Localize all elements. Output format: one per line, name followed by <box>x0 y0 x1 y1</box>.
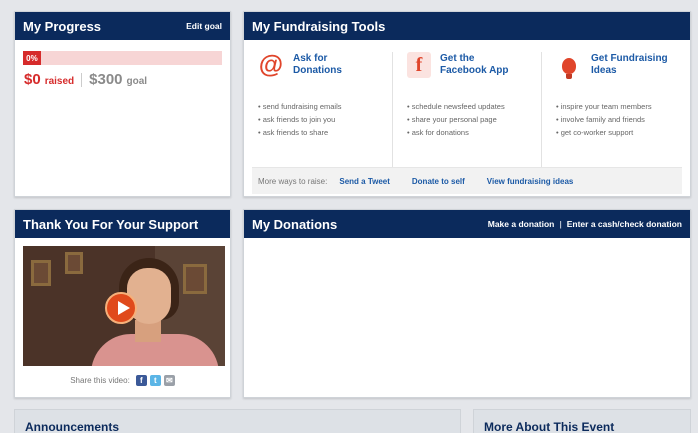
send-tweet-link[interactable]: Send a Tweet <box>339 177 390 186</box>
list-item: schedule newsfeed updates <box>407 100 531 113</box>
list-item: inspire your team members <box>556 100 680 113</box>
share-video-label: Share this video: <box>70 376 130 385</box>
tool-ask-donations: @ Ask for Donations send fundraising ema… <box>244 52 393 167</box>
fundraising-ideas-list: inspire your team members involve family… <box>556 100 680 139</box>
video-player[interactable] <box>23 246 225 366</box>
link-separator: | <box>559 219 562 229</box>
announcements-title: Announcements <box>25 420 120 433</box>
facebook-share-icon[interactable]: f <box>135 375 147 386</box>
progress-bar-fill: 0% <box>23 51 41 65</box>
list-item: ask for donations <box>407 126 531 139</box>
fundraising-tools-title: My Fundraising Tools <box>252 18 386 34</box>
goal-label: goal <box>126 76 148 87</box>
more-ways-label: More ways to raise: <box>258 176 328 186</box>
edit-goal-link[interactable]: Edit goal <box>186 21 222 31</box>
thank-you-header: Thank You For Your Support <box>15 210 230 238</box>
progress-bar: 0% <box>23 51 222 65</box>
list-item: ask friends to join you <box>258 113 382 126</box>
goal-amount: $300 <box>89 71 123 88</box>
announcements-panel: Announcements <box>14 409 461 433</box>
lightbulb-icon[interactable] <box>556 52 582 79</box>
fundraising-tools-header: My Fundraising Tools <box>244 12 690 40</box>
more-ways-bar: More ways to raise: Send a Tweet Donate … <box>252 167 682 194</box>
donate-to-self-link[interactable]: Donate to self <box>412 177 465 186</box>
email-share-icon[interactable]: ✉ <box>163 375 175 386</box>
tool-fundraising-ideas: Get Fundraising Ideas inspire your team … <box>542 52 690 167</box>
at-sign-icon[interactable]: @ <box>258 52 284 78</box>
facebook-icon[interactable]: f <box>407 52 431 78</box>
my-progress-header: My Progress Edit goal <box>15 12 230 40</box>
ask-for-donations-link[interactable]: Ask for Donations <box>293 53 373 77</box>
thank-you-panel: Thank You For Your Support Share this vi… <box>14 209 231 398</box>
cash-check-donation-link[interactable]: Enter a cash/check donation <box>567 219 682 229</box>
more-about-event-panel: More About This Event <box>473 409 691 433</box>
share-video-row: Share this video: f t ✉ <box>15 375 230 386</box>
list-item: send fundraising emails <box>258 100 382 113</box>
progress-amounts: $0 raised $300 goal <box>24 71 222 88</box>
list-item: share your personal page <box>407 113 531 126</box>
my-progress-panel: My Progress Edit goal 0% $0 raised $300 … <box>14 11 231 197</box>
list-item: get co-worker support <box>556 126 680 139</box>
play-icon[interactable] <box>105 292 137 324</box>
facebook-app-link[interactable]: Get the Facebook App <box>440 53 520 77</box>
my-donations-title: My Donations <box>252 216 338 232</box>
make-donation-link[interactable]: Make a donation <box>488 219 555 229</box>
view-fundraising-ideas-link[interactable]: View fundraising ideas <box>487 177 574 186</box>
ask-donations-list: send fundraising emails ask friends to j… <box>258 100 382 139</box>
twitter-share-icon[interactable]: t <box>149 375 161 386</box>
raised-label: raised <box>44 76 75 87</box>
list-item: involve family and friends <box>556 113 680 126</box>
my-donations-panel: My Donations Make a donation | Enter a c… <box>243 209 691 398</box>
my-progress-title: My Progress <box>23 18 102 34</box>
my-donations-header: My Donations Make a donation | Enter a c… <box>244 210 690 238</box>
fundraising-ideas-link[interactable]: Get Fundraising Ideas <box>591 53 671 77</box>
tool-facebook-app: f Get the Facebook App schedule newsfeed… <box>393 52 542 167</box>
more-about-event-title: More About This Event <box>484 420 615 433</box>
thank-you-title: Thank You For Your Support <box>23 216 199 232</box>
fundraising-tools-panel: My Fundraising Tools @ Ask for Donations… <box>243 11 691 197</box>
facebook-app-list: schedule newsfeed updates share your per… <box>407 100 531 139</box>
amount-divider <box>81 72 83 87</box>
raised-amount: $0 <box>24 71 41 88</box>
list-item: ask friends to share <box>258 126 382 139</box>
